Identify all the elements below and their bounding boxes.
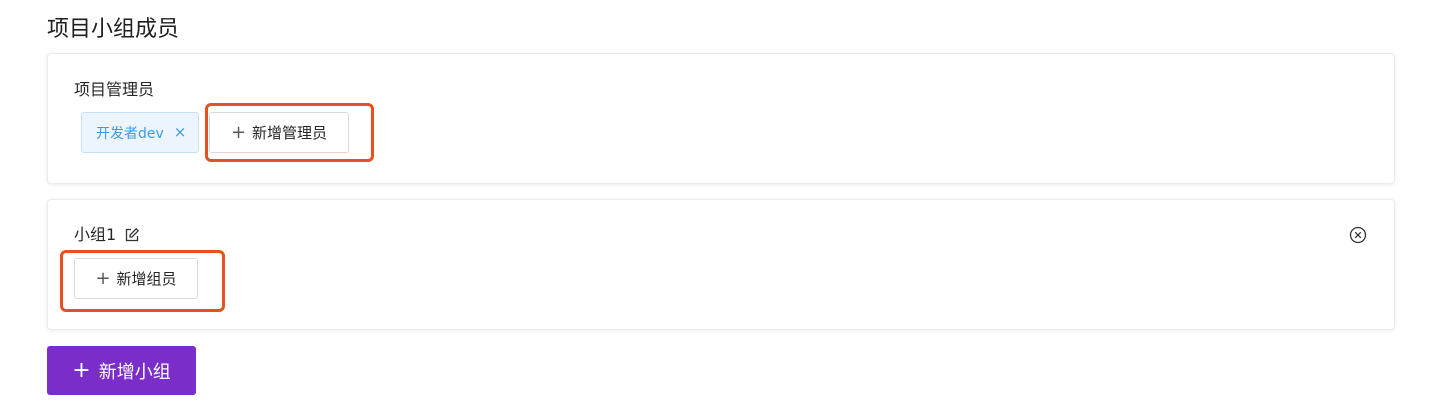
manager-tag: 开发者dev × bbox=[81, 112, 200, 153]
edit-icon[interactable] bbox=[124, 227, 140, 243]
project-group-members-page: 项目小组成员 项目管理员 开发者dev × + 新增管理员 小组1 + 新增组员… bbox=[0, 0, 1430, 410]
group-name: 小组1 bbox=[74, 225, 117, 244]
managers-card: 项目管理员 开发者dev × + 新增管理员 bbox=[47, 53, 1395, 184]
managers-label: 项目管理员 bbox=[74, 80, 155, 99]
add-group-button[interactable]: + 新增小组 bbox=[47, 346, 196, 395]
close-circle-icon[interactable] bbox=[1349, 226, 1367, 244]
plus-icon: + bbox=[72, 357, 91, 383]
add-group-label: 新增小组 bbox=[98, 361, 171, 383]
section-title: 项目小组成员 bbox=[47, 17, 180, 42]
manager-tag-label: 开发者dev bbox=[96, 125, 164, 142]
group-card: 小组1 + 新增组员 bbox=[47, 199, 1395, 330]
tag-close-icon[interactable]: × bbox=[174, 125, 187, 140]
add-manager-label: 新增管理员 bbox=[252, 124, 328, 142]
add-member-button[interactable]: + 新增组员 bbox=[74, 258, 198, 299]
group-header: 小组1 bbox=[74, 224, 140, 246]
add-manager-button[interactable]: + 新增管理员 bbox=[209, 112, 349, 153]
plus-icon: + bbox=[230, 121, 247, 143]
plus-icon: + bbox=[95, 267, 111, 289]
add-member-label: 新增组员 bbox=[116, 270, 177, 288]
